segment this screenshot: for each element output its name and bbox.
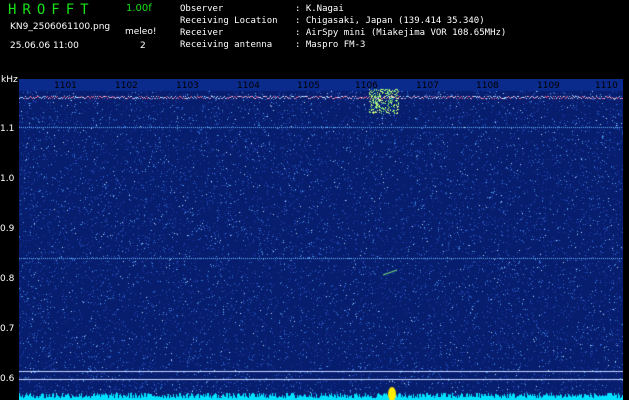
info-value: : AirSpy mini (Miakejima VOR 108.65MHz): [295, 28, 507, 38]
meleo-label: meleo!: [125, 27, 157, 37]
x-tick-label: 1103: [176, 81, 199, 91]
header-panel: HROFFT 1.00f KN9_2506061100.png meleo! 2…: [0, 0, 629, 78]
file-name: KN9_2506061100.png: [10, 22, 111, 32]
meteor-count: 2: [140, 41, 146, 51]
y-tick-label: 0.8: [0, 274, 15, 284]
x-tick-label: 1108: [476, 81, 499, 91]
x-tick-label: 1104: [237, 81, 260, 91]
y-tick-label: 0.9: [0, 224, 15, 234]
info-key: Receiver: [180, 28, 224, 38]
info-key: Receiving Location: [180, 16, 278, 26]
app-title: HROFFT: [8, 2, 95, 18]
y-tick-label: 0.7: [0, 324, 15, 334]
info-receiver: Receiver : AirSpy mini (Miakejima VOR 108…: [180, 28, 506, 38]
x-tick-label: 1105: [297, 81, 320, 91]
spectrogram-plot: [19, 79, 623, 400]
info-value: : K.Nagai: [295, 4, 344, 14]
date-time: 25.06.06 11:00: [10, 41, 79, 51]
x-tick-label: 1101: [54, 81, 77, 91]
info-location: Receiving Location : Chigasaki, Japan (13…: [180, 16, 485, 26]
x-tick-label: 1107: [416, 81, 439, 91]
info-key: Receiving antenna: [180, 40, 273, 50]
x-tick-label: 1106: [355, 81, 378, 91]
spectrogram-canvas: [19, 79, 623, 400]
info-observer: Observer : K.Nagai: [180, 4, 344, 14]
y-tick-label: 1.0: [0, 174, 15, 184]
y-tick-label: 0.6: [0, 374, 15, 384]
info-value: : Maspro FM-3: [295, 40, 366, 50]
info-antenna: Receiving antenna : Maspro FM-3: [180, 40, 365, 50]
app-version: 1.00f: [126, 3, 152, 14]
y-axis-unit: kHz: [1, 75, 18, 85]
info-value: : Chigasaki, Japan (139.414 35.340): [295, 16, 485, 26]
x-tick-label: 1109: [537, 81, 560, 91]
info-key: Observer: [180, 4, 224, 14]
y-tick-label: 1.1: [0, 124, 15, 134]
x-tick-label: 1110: [595, 81, 618, 91]
x-tick-label: 1102: [115, 81, 138, 91]
